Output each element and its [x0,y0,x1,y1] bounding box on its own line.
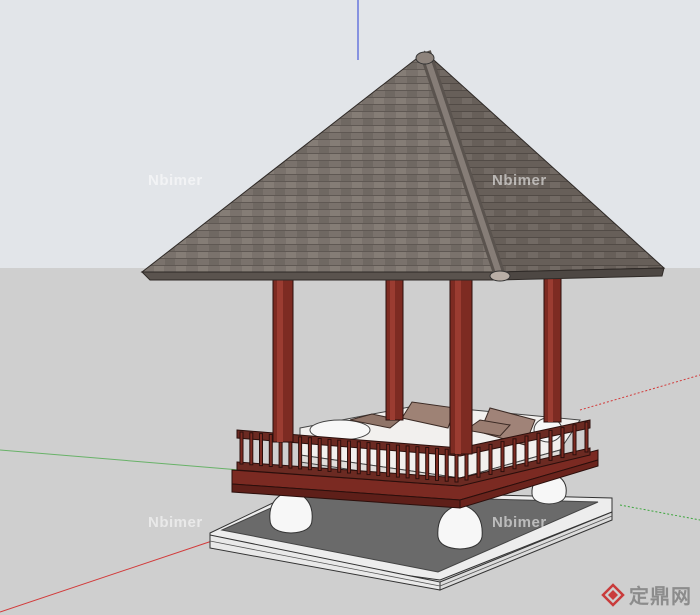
baluster [488,443,493,475]
watermark-text: Nbimer [148,514,203,531]
baluster [386,443,391,477]
baluster [356,441,361,475]
baluster [500,441,505,473]
red-axis-line-right [579,374,700,411]
baluster [405,445,410,479]
baluster [454,449,459,483]
baluster [259,433,263,467]
baluster [512,438,517,470]
baluster [307,437,312,471]
baluster [327,438,332,472]
baluster [536,432,541,464]
baluster [435,447,439,481]
watermark-text: Nbimer [492,514,547,531]
pyramid-roof [140,50,666,282]
baluster [548,429,553,461]
back-pillars [385,271,562,423]
baluster [298,436,303,470]
baluster [524,435,529,467]
watermark-text: Nbimer [148,172,203,189]
baluster [415,446,420,480]
baluster [395,444,400,478]
baluster [584,421,589,453]
red-axis-line-left [0,539,216,613]
baluster [268,434,273,467]
baluster [317,438,322,471]
baluster [560,427,565,459]
pavilion-scene [0,0,700,613]
green-axis-line-right [619,504,700,521]
model-viewport[interactable]: Nbimer Nbimer Nbimer Nbimer 定鼎网 [0,0,700,615]
watermark-text: Nbimer [492,172,547,189]
brand-name: 定鼎网 [629,584,692,608]
baluster [572,424,577,456]
baluster [239,431,244,465]
site-brand[interactable]: 定鼎网 [601,580,692,609]
baluster [425,447,430,480]
baluster [376,443,381,476]
baluster [249,432,254,466]
diamond-logo-icon [601,582,625,607]
baluster [337,439,342,473]
baluster [476,446,481,478]
baluster [444,448,449,482]
baluster [347,440,351,474]
green-axis-line [0,449,241,471]
baluster [366,442,371,476]
